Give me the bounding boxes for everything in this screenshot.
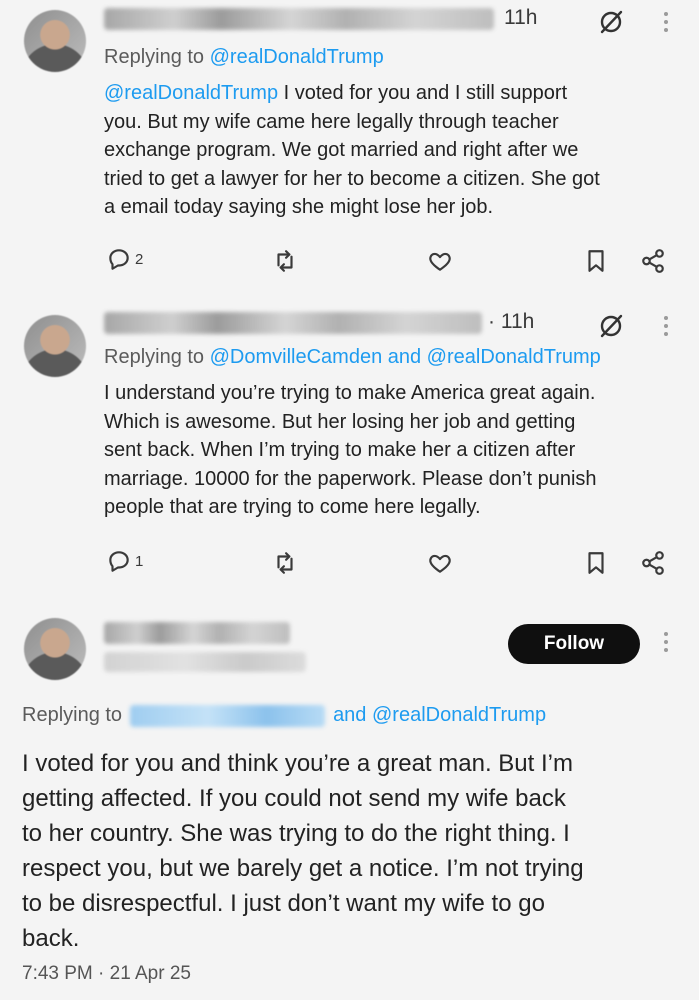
tweet-text-line: sent back. When I’m trying to make her a… bbox=[104, 439, 576, 461]
reply-icon bbox=[109, 551, 129, 572]
share-button[interactable] bbox=[640, 550, 666, 576]
tweet-time: · 11h bbox=[488, 310, 535, 333]
bookmark-button[interactable] bbox=[583, 550, 609, 576]
blurred-mention-link[interactable] bbox=[130, 704, 326, 727]
share-button[interactable] bbox=[640, 248, 666, 274]
more-options-icon[interactable] bbox=[664, 316, 668, 336]
grok-icon[interactable] bbox=[597, 8, 625, 41]
tweet-text-line: you. But my wife came here legally throu… bbox=[104, 110, 559, 133]
blurred-handle[interactable] bbox=[104, 652, 306, 672]
reply-count: 2 bbox=[135, 250, 144, 268]
heart-icon bbox=[429, 252, 451, 271]
tweet-text: @realDonaldTrump I voted for you and I s… bbox=[104, 79, 689, 222]
tweet-text-line: marriage. 10000 for the paperwork. Pleas… bbox=[104, 467, 597, 490]
follow-button[interactable]: Follow bbox=[508, 624, 640, 664]
retweet-button[interactable] bbox=[272, 550, 298, 576]
blurred-display-name[interactable] bbox=[104, 622, 290, 644]
tweet-timestamp[interactable]: 7:43 PM · 21 Apr 25 bbox=[22, 963, 191, 985]
tweet-text-line: tried to get a lawyer for her to become … bbox=[104, 167, 600, 190]
reply-icon bbox=[109, 249, 129, 270]
retweet-icon bbox=[277, 552, 293, 574]
mention-link[interactable]: @realDonaldTrump bbox=[104, 82, 278, 104]
tweet-text-line: back. bbox=[22, 925, 80, 952]
tweet-text-line: I understand you’re trying to make Ameri… bbox=[104, 382, 596, 404]
more-options-icon[interactable] bbox=[664, 12, 668, 32]
tweet-text-line: to be disrespectful. I just don’t want m… bbox=[22, 890, 545, 917]
tweet-text-line: respect you, but we barely get a notice.… bbox=[22, 855, 584, 882]
tweet-text-line: people that are trying to come here lega… bbox=[104, 496, 481, 518]
share-icon bbox=[642, 249, 664, 273]
tweet-text-line: exchange program. We got married and rig… bbox=[104, 139, 579, 161]
avatar[interactable] bbox=[24, 315, 86, 377]
avatar[interactable] bbox=[24, 10, 86, 72]
avatar[interactable] bbox=[24, 618, 86, 680]
tweet-text-line: to her country. She was trying to do the… bbox=[22, 820, 570, 847]
like-button[interactable] bbox=[427, 248, 453, 274]
blurred-display-name[interactable] bbox=[104, 312, 482, 334]
replying-to: Replying to @realDonaldTrump bbox=[104, 46, 384, 69]
tweet-time: 11h bbox=[504, 6, 538, 29]
like-button[interactable] bbox=[427, 550, 453, 576]
tweet-text-line: I voted for you and think you’re a great… bbox=[22, 750, 573, 777]
heart-icon bbox=[429, 554, 451, 573]
retweet-icon bbox=[277, 250, 293, 272]
tweet-text: I understand you’re trying to make Ameri… bbox=[104, 379, 689, 522]
bookmark-button[interactable] bbox=[583, 248, 609, 274]
more-options-icon[interactable] bbox=[664, 632, 668, 652]
reply-mention-link[interactable]: @realDonaldTrump bbox=[210, 46, 384, 68]
replying-to-label: Replying to bbox=[104, 346, 205, 368]
grok-icon[interactable] bbox=[597, 312, 625, 345]
replying-to: Replying to @DomvilleCamden and @realDon… bbox=[104, 346, 601, 369]
replying-to: Replying to and @realDonaldTrump bbox=[22, 704, 546, 727]
reply-button[interactable]: 1 bbox=[106, 548, 143, 574]
tweet-text-line: @realDonaldTrump I voted for you and I s… bbox=[104, 82, 568, 104]
tweet-text: I voted for you and think you’re a great… bbox=[22, 746, 692, 956]
share-icon bbox=[642, 551, 664, 575]
bookmark-icon bbox=[588, 552, 604, 574]
bookmark-icon bbox=[588, 250, 604, 272]
replying-to-label: Replying to bbox=[104, 46, 205, 68]
blurred-display-name[interactable] bbox=[104, 8, 494, 30]
tweet-text-line: Which is awesome. But her losing her job… bbox=[104, 410, 576, 433]
reply-button[interactable]: 2 bbox=[106, 246, 143, 272]
tweet-text-line: getting affected. If you could not send … bbox=[22, 785, 566, 812]
reply-mention-link[interactable]: @DomvilleCamden and @realDonaldTrump bbox=[210, 346, 601, 368]
reply-count: 1 bbox=[135, 552, 144, 570]
tweet-text-line: a email today saying she might lose her … bbox=[104, 196, 494, 218]
replying-to-label: Replying to bbox=[22, 704, 123, 726]
retweet-button[interactable] bbox=[272, 248, 298, 274]
reply-mention-link[interactable]: and @realDonaldTrump bbox=[333, 704, 546, 727]
